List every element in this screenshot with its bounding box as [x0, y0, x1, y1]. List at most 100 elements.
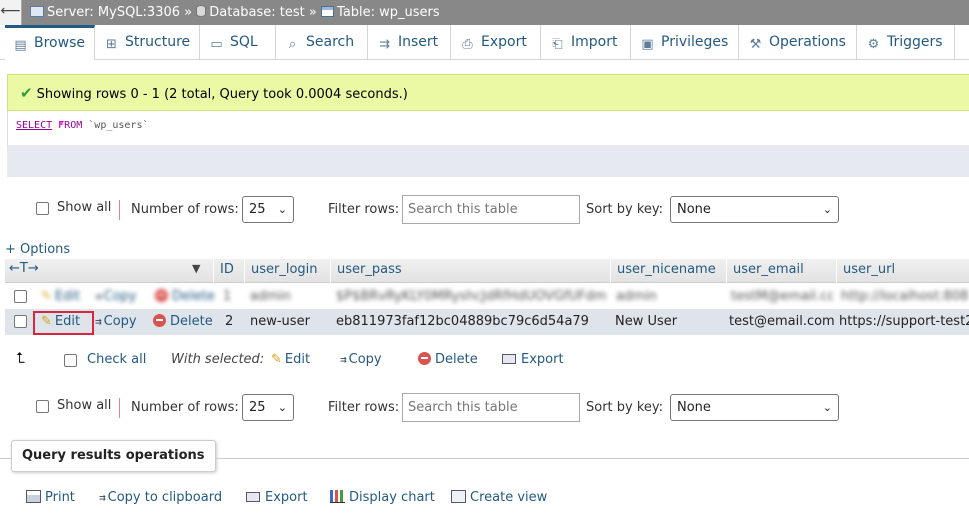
- rows-per-page-select[interactable]: 25 ⌄: [242, 196, 294, 223]
- row-edit-link[interactable]: ✎ Edit: [41, 284, 80, 310]
- tab-label: Structure: [125, 34, 191, 50]
- print-link[interactable]: Print: [26, 490, 75, 505]
- bulk-edit-label: Edit: [284, 352, 311, 367]
- create-view-label: Create view: [470, 490, 548, 505]
- navigation-row-top: Show all Number of rows: 25 ⌄ Filter rows…: [0, 195, 969, 225]
- sql-query-box: SELECT * FROM `wp_users`: [7, 111, 969, 145]
- row-checkbox[interactable]: [14, 290, 27, 303]
- arrow-left-up-icon: ⮤: [16, 349, 25, 367]
- sql-table-name: `wp_users`: [88, 120, 149, 131]
- cell-user-pass: eb811973faf12bc04889bc79c6d54a79: [336, 314, 589, 329]
- row-delete-link[interactable]: Delete: [155, 284, 215, 310]
- edit-label: Edit: [54, 289, 81, 304]
- filter-rows-input[interactable]: Search this table: [402, 393, 580, 422]
- server-icon: [30, 6, 44, 17]
- sort-dropdown-icon[interactable]: ▼: [192, 262, 200, 275]
- success-text: Showing rows 0 - 1 (2 total, Query took …: [36, 87, 408, 102]
- print-label: Print: [45, 490, 75, 505]
- bulk-export-button[interactable]: Export: [502, 352, 564, 367]
- divider: [119, 398, 120, 418]
- structure-icon: ⊞: [106, 37, 117, 52]
- breadcrumb-bar: ⟵ Server: MySQL:3306 » Database: test » …: [0, 0, 969, 25]
- tab-bar: ▤ Browse ⊞ Structure ▭ SQL ⌕ Search ⇉ Insert …: [0, 25, 969, 60]
- tab-structure[interactable]: ⊞ Structure: [96, 25, 200, 60]
- tab-label: Browse: [34, 35, 85, 51]
- query-results-operations-title: Query results operations: [11, 440, 216, 472]
- tab-sql[interactable]: ▭ SQL: [201, 25, 276, 60]
- bulk-edit-button[interactable]: ✎ Edit: [271, 352, 310, 367]
- chevron-down-icon: ⌄: [822, 401, 832, 414]
- table-icon: [321, 6, 335, 17]
- create-view-link[interactable]: Create view: [451, 490, 547, 505]
- with-selected-label: With selected:: [171, 352, 265, 367]
- breadcrumb-database[interactable]: Database: test: [209, 5, 305, 20]
- export-label: Export: [265, 490, 308, 505]
- column-header-user-pass[interactable]: user_pass: [330, 259, 610, 283]
- copy-to-clipboard-link[interactable]: ⇉ Copy to clipboard: [99, 490, 222, 505]
- column-resize-arrows-icon[interactable]: ←T→: [9, 261, 39, 276]
- sql-keyword-select[interactable]: SELECT: [16, 120, 52, 131]
- cell-user-url: https://support-test2.or: [839, 314, 969, 329]
- options-link[interactable]: + Options: [5, 242, 70, 257]
- rows-per-page-select[interactable]: 25 ⌄: [242, 394, 294, 421]
- rows-per-page-value: 25: [249, 400, 266, 415]
- cell-user-login: admin: [250, 289, 291, 304]
- row-delete-link[interactable]: Delete: [153, 309, 213, 335]
- sort-by-key-select[interactable]: None ⌄: [670, 196, 839, 223]
- insert-icon: ⇉: [379, 37, 390, 52]
- filter-rows-input[interactable]: Search this table: [402, 195, 580, 224]
- tab-label: Insert: [398, 34, 439, 50]
- check-all-label[interactable]: Check all: [87, 352, 146, 367]
- sort-by-key-label: Sort by key:: [586, 400, 664, 415]
- import-icon: ⎗: [552, 37, 563, 52]
- breadcrumb-table[interactable]: Table: wp_users: [337, 5, 440, 20]
- row-copy-link[interactable]: ⇉ Copy: [95, 284, 137, 310]
- delete-label: Delete: [170, 314, 213, 329]
- tab-privileges[interactable]: ▣ Privileges: [632, 25, 739, 60]
- cell-user-url: http://localhost:8080/wp: [841, 289, 969, 304]
- export-icon: ⎙: [462, 37, 473, 52]
- bulk-copy-button[interactable]: ⇉ Copy: [340, 352, 382, 367]
- bulk-delete-label: Delete: [435, 352, 478, 367]
- display-chart-link[interactable]: Display chart: [330, 490, 435, 505]
- column-header-user-login[interactable]: user_login: [244, 259, 330, 283]
- copy-icon: ⇉: [340, 353, 347, 366]
- delete-icon: [153, 314, 166, 327]
- breadcrumb-separator: »: [308, 5, 317, 20]
- filter-rows-label: Filter rows:: [328, 400, 400, 415]
- breadcrumb-separator: »: [184, 5, 193, 20]
- show-all-checkbox[interactable]: [36, 202, 49, 215]
- breadcrumb-server[interactable]: Server: MySQL:3306: [47, 5, 180, 20]
- sort-by-key-select[interactable]: None ⌄: [670, 394, 839, 421]
- column-header-id[interactable]: ID: [213, 259, 244, 283]
- chevron-down-icon: ⌄: [822, 203, 832, 216]
- cell-user-email: testM@email.com: [731, 289, 833, 304]
- checkmark-icon: ✔: [20, 84, 33, 102]
- bulk-delete-button[interactable]: Delete: [418, 352, 478, 367]
- column-header-user-url[interactable]: user_url: [836, 259, 969, 283]
- tab-import[interactable]: ⎗ Import: [542, 25, 631, 60]
- tab-search[interactable]: ⌕ Search: [277, 25, 368, 60]
- show-all-label: Show all: [57, 200, 112, 215]
- tab-browse[interactable]: ▤ Browse: [5, 25, 95, 60]
- tab-insert[interactable]: ⇉ Insert: [369, 25, 451, 60]
- tab-triggers[interactable]: ⚙ Triggers: [858, 25, 955, 60]
- number-of-rows-label: Number of rows:: [131, 202, 239, 217]
- tab-operations[interactable]: ⚒ Operations: [740, 25, 857, 60]
- row-checkbox[interactable]: [14, 315, 27, 328]
- back-arrow-icon[interactable]: ⟵: [0, 0, 22, 25]
- export-link[interactable]: Export: [246, 490, 308, 505]
- pencil-icon: ✎: [41, 289, 52, 304]
- cell-id: 1: [223, 289, 232, 304]
- rows-per-page-value: 25: [249, 202, 266, 217]
- view-icon: [451, 490, 466, 503]
- column-header-user-email[interactable]: user_email: [726, 259, 836, 283]
- copy-to-clipboard-label: Copy to clipboard: [107, 490, 223, 505]
- check-all-checkbox[interactable]: [64, 354, 77, 367]
- pencil-icon: ✎: [271, 352, 282, 367]
- row-copy-link[interactable]: ⇉ Copy: [95, 309, 137, 335]
- column-header-user-nicename[interactable]: user_nicename: [610, 259, 726, 283]
- tab-export[interactable]: ⎙ Export: [452, 25, 541, 60]
- cell-user-login: new-user: [250, 314, 310, 329]
- show-all-checkbox[interactable]: [36, 400, 49, 413]
